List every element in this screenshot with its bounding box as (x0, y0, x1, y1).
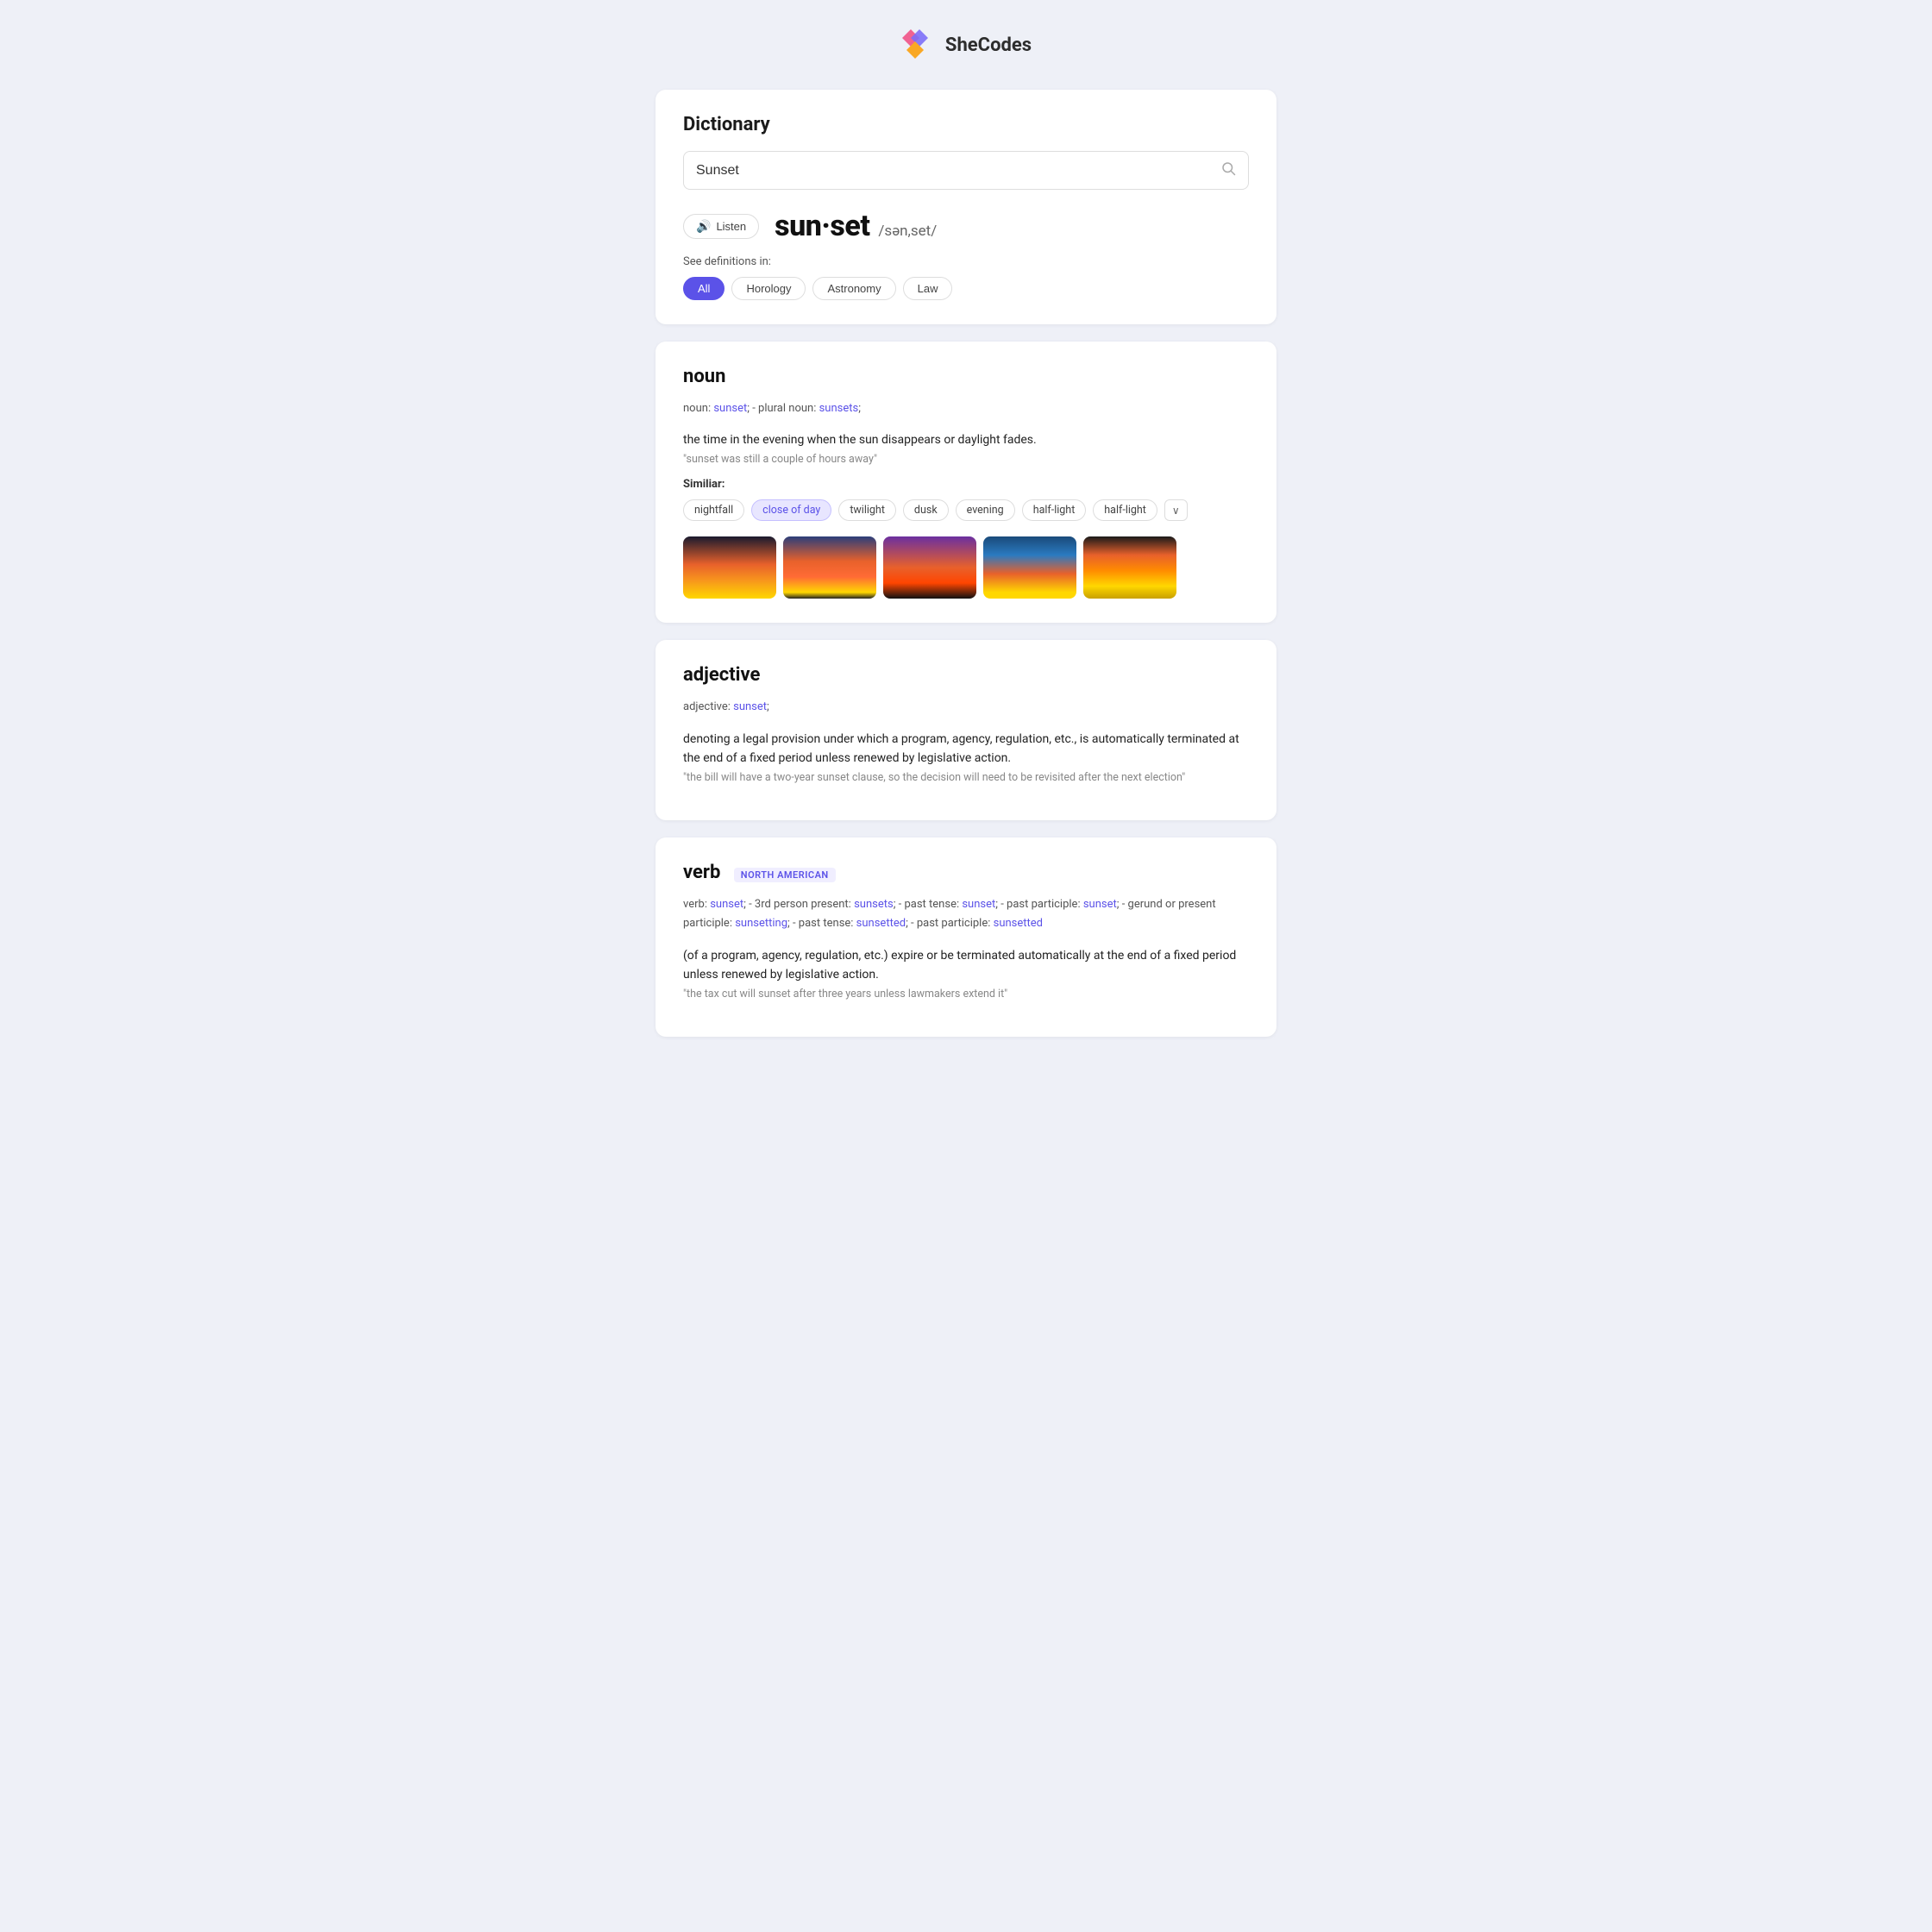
listen-word-row: 🔊 Listen sun·set /sən,set/ (683, 209, 1249, 243)
logo-area: SheCodes (17, 26, 1915, 64)
adjective-card: adjective adjective: sunset; denoting a … (656, 640, 1276, 820)
adj-link-sunset[interactable]: sunset (733, 700, 767, 713)
speaker-icon: 🔊 (696, 219, 711, 234)
word-display: sun·set /sən,set/ (775, 209, 937, 243)
verb-link-sunset2[interactable]: sunset (962, 898, 995, 911)
page-title: Dictionary (683, 114, 1249, 135)
verb-link-sunset3[interactable]: sunset (1083, 898, 1117, 911)
pos-adjective-title: adjective (683, 664, 1249, 686)
adjective-example: "the bill will have a two-year sunset cl… (683, 771, 1249, 784)
verb-link-sunsetted1[interactable]: sunsetted (856, 917, 906, 930)
verb-example: "the tax cut will sunset after three yea… (683, 988, 1249, 1000)
tag-dusk: dusk (903, 499, 949, 521)
noun-definition: the time in the evening when the sun dis… (683, 430, 1249, 449)
verb-link-sunsetting[interactable]: sunsetting (735, 917, 787, 930)
noun-card: noun noun: sunset; - plural noun: sunset… (656, 342, 1276, 623)
listen-button[interactable]: 🔊 Listen (683, 214, 759, 239)
sunset-image-1 (683, 536, 776, 599)
sunset-images-row (683, 536, 1249, 599)
verb-card: verb NORTH AMERICAN verb: sunset; - 3rd … (656, 837, 1276, 1037)
listen-label: Listen (716, 220, 746, 233)
see-defs-label: See definitions in: (683, 255, 1249, 268)
verb-meta: verb: sunset; - 3rd person present: suns… (683, 895, 1249, 933)
verb-link-sunsets[interactable]: sunsets (854, 898, 894, 911)
noun-meta: noun: sunset; - plural noun: sunsets; (683, 399, 1249, 418)
verb-definition: (of a program, agency, regulation, etc.)… (683, 946, 1249, 985)
sunset-image-5 (1083, 536, 1176, 599)
tag-half-light-1: half-light (1022, 499, 1087, 521)
verb-badge: NORTH AMERICAN (734, 868, 836, 882)
sunset-image-2 (783, 536, 876, 599)
tag-half-light-2: half-light (1093, 499, 1157, 521)
tab-astronomy[interactable]: Astronomy (812, 277, 895, 300)
word-phonetic: /sən,set/ (878, 223, 937, 240)
noun-link-sunset[interactable]: sunset (713, 402, 747, 415)
adjective-definition: denoting a legal provision under which a… (683, 730, 1249, 768)
adjective-meta: adjective: sunset; (683, 698, 1249, 717)
filter-tabs: All Horology Astronomy Law (683, 277, 1249, 300)
verb-link-sunset1[interactable]: sunset (710, 898, 743, 911)
logo-icon (900, 26, 938, 64)
noun-example: "sunset was still a couple of hours away… (683, 453, 1249, 466)
pos-verb-title: verb NORTH AMERICAN (683, 862, 1249, 883)
word-main: sun·set (775, 209, 869, 243)
tag-nightfall: nightfall (683, 499, 744, 521)
tab-all[interactable]: All (683, 277, 724, 300)
header-card: Dictionary 🔊 Listen sun·set /sən,set/ Se… (656, 90, 1276, 324)
tag-close-of-day: close of day (751, 499, 831, 521)
search-input[interactable] (696, 163, 1220, 179)
sunset-image-4 (983, 536, 1076, 599)
sunset-image-3 (883, 536, 976, 599)
tag-evening: evening (956, 499, 1015, 521)
similiar-tags: nightfall close of day twilight dusk eve… (683, 499, 1249, 521)
expand-similiar-button[interactable]: ∨ (1164, 499, 1188, 521)
tab-horology[interactable]: Horology (731, 277, 806, 300)
verb-link-sunsetted2[interactable]: sunsetted (994, 917, 1043, 930)
tab-law[interactable]: Law (903, 277, 953, 300)
search-icon (1220, 160, 1236, 176)
tag-twilight: twilight (838, 499, 896, 521)
logo-text: SheCodes (945, 34, 1032, 56)
search-button[interactable] (1220, 160, 1236, 180)
pos-noun-title: noun (683, 366, 1249, 387)
search-box (683, 151, 1249, 190)
similiar-label: Similiar: (683, 478, 1249, 491)
noun-link-sunsets[interactable]: sunsets (819, 402, 859, 415)
